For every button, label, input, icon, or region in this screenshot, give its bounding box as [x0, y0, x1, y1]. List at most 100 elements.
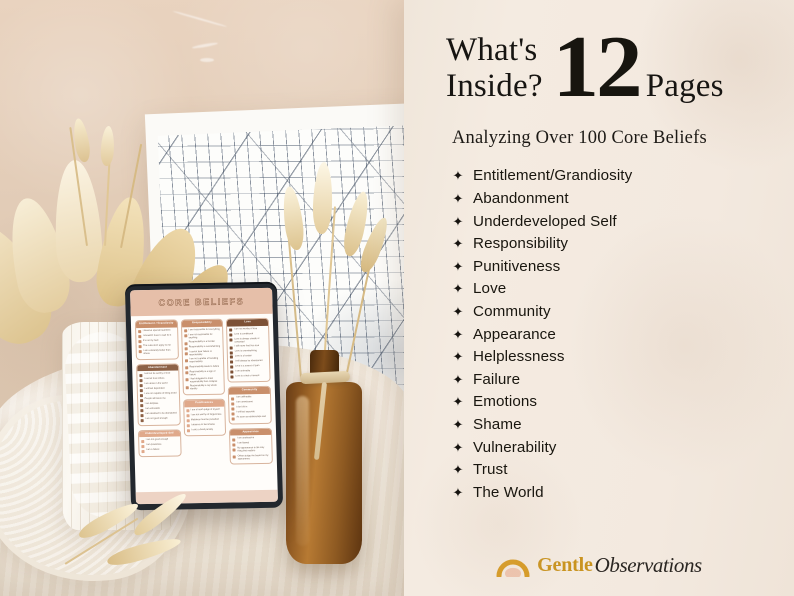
worksheet-checkbox-row[interactable]: I am a failure [141, 449, 178, 453]
checkbox-icon[interactable] [232, 438, 236, 442]
worksheet-checkbox-row[interactable]: I am not good enough [140, 418, 178, 422]
worksheet-checkbox-row[interactable]: I will never find true love [229, 345, 267, 350]
worksheet-checkbox-row[interactable]: I am not responsible for anything [183, 334, 221, 340]
worksheet-checkbox-row[interactable]: Love is a source of pain [230, 365, 268, 369]
checkbox-icon[interactable] [141, 444, 145, 448]
checkbox-icon[interactable] [141, 449, 145, 453]
checkbox-icon[interactable] [139, 383, 143, 387]
checkbox-icon[interactable] [138, 340, 142, 344]
checkbox-icon[interactable] [140, 418, 144, 422]
worksheet-checkbox-row[interactable]: Responsibility leads to failure [184, 365, 222, 370]
checkbox-icon[interactable] [231, 397, 235, 401]
checkbox-icon[interactable] [140, 398, 144, 402]
worksheet-checkbox-row[interactable]: I cannot trust others [139, 378, 176, 382]
checkbox-icon[interactable] [184, 351, 188, 355]
worksheet-checkbox-row[interactable]: I am not capable of handling responsibil… [184, 358, 222, 364]
checkbox-icon[interactable] [138, 335, 142, 339]
checkbox-icon[interactable] [138, 330, 142, 334]
worksheet-checkbox-row[interactable]: I am not worthy of forgiveness [186, 414, 223, 418]
checkbox-icon[interactable] [186, 409, 190, 413]
checkbox-icon[interactable] [183, 334, 188, 338]
worksheet-checkbox-row[interactable]: Love is always unsafe or unwanted [229, 338, 267, 344]
checkbox-icon[interactable] [141, 439, 145, 443]
worksheet-checkbox-row[interactable]: I am destined to be abandoned [140, 413, 177, 417]
checkbox-icon[interactable] [230, 355, 234, 360]
worksheet-checkbox-row[interactable]: Mistakes must be punished [186, 419, 223, 423]
checkbox-icon[interactable] [230, 375, 234, 379]
checkbox-icon[interactable] [186, 419, 190, 423]
checkbox-icon[interactable] [230, 350, 234, 355]
checkbox-icon[interactable] [229, 346, 234, 350]
worksheet-checkbox-row[interactable]: I am unlovable [230, 370, 268, 374]
worksheet-checkbox-row[interactable]: I shouldn't have to wait for it [138, 334, 175, 339]
worksheet-checkbox-row[interactable]: Others judge me based on my appearance [233, 455, 270, 461]
checkbox-icon[interactable] [184, 346, 188, 350]
checkbox-icon[interactable] [232, 443, 236, 447]
worksheet-checkbox-row[interactable]: Love is a trial or reward [230, 375, 268, 379]
worksheet-checkbox-row[interactable]: As soon as relationships end [231, 416, 269, 421]
checkbox-icon[interactable] [140, 413, 144, 417]
worksheet-checkbox-row[interactable]: I will feel separate [231, 411, 269, 416]
worksheet-checkbox-row[interactable]: I am unwelcome [231, 401, 269, 406]
worksheet-checkbox-row[interactable]: People will leave me [140, 398, 177, 402]
checkbox-icon[interactable] [186, 424, 190, 428]
checkbox-icon[interactable] [139, 373, 143, 377]
checkbox-icon[interactable] [186, 429, 190, 433]
checkbox-icon[interactable] [231, 417, 236, 421]
worksheet-checkbox-row[interactable]: I am not worthy of love [229, 328, 266, 332]
checkbox-icon[interactable] [185, 378, 189, 382]
worksheet-checkbox-row[interactable]: I will always be abandoned [230, 360, 267, 365]
checkbox-icon[interactable] [140, 403, 144, 407]
worksheet-checkbox-row[interactable]: I am responsible for everything [183, 329, 221, 333]
worksheet-checkbox-row[interactable]: I am a harsh judge of myself [186, 409, 223, 413]
checkbox-icon[interactable] [140, 408, 144, 412]
worksheet-checkbox-row[interactable]: Responsibility is my whole identity [185, 385, 222, 391]
checkbox-icon[interactable] [184, 359, 188, 363]
worksheet-checkbox-row[interactable]: I am unattractive [232, 437, 270, 442]
checkbox-icon[interactable] [229, 333, 233, 337]
worksheet-checkbox-row[interactable]: Responsibility is a burden [184, 341, 221, 345]
checkbox-icon[interactable] [139, 388, 143, 392]
checkbox-icon[interactable] [230, 370, 234, 374]
worksheet-checkbox-row[interactable]: I am unlovable [140, 408, 177, 412]
worksheet-checkbox-row[interactable]: My appearance is the only thing that mat… [232, 447, 270, 453]
checkbox-icon[interactable] [231, 402, 235, 406]
worksheet-checkbox-row[interactable]: I don't fit in [231, 406, 269, 411]
worksheet-checkbox-row[interactable]: I am helpless [140, 403, 177, 407]
checkbox-icon[interactable] [138, 350, 142, 354]
checkbox-icon[interactable] [229, 338, 233, 342]
checkbox-icon[interactable] [232, 448, 236, 452]
checkbox-icon[interactable] [139, 393, 143, 397]
worksheet-checkbox-row[interactable]: Responsibility is overwhelming [184, 346, 221, 350]
worksheet-checkbox-row[interactable]: I deserve to feel shame [186, 424, 223, 428]
worksheet-checkbox-row[interactable]: It's not my fault [138, 339, 175, 344]
worksheet-checkbox-row[interactable]: I am flawed [232, 442, 270, 447]
checkbox-icon[interactable] [184, 341, 188, 345]
worksheet-checkbox-row[interactable]: I am constantly better than others [138, 349, 176, 355]
worksheet-checkbox-row[interactable]: I deserve special treatment [138, 329, 175, 334]
worksheet-checkbox-row[interactable]: I am powerless [141, 444, 178, 448]
checkbox-icon[interactable] [231, 407, 235, 411]
checkbox-icon[interactable] [231, 412, 235, 416]
worksheet-checkbox-row[interactable]: I am not capable of being loved [139, 393, 177, 397]
tablet-device[interactable]: CORE BELIEFS Entitlement / Grandiosity I … [124, 281, 284, 511]
worksheet-checkbox-row[interactable]: Love is a burden [230, 355, 267, 360]
checkbox-icon[interactable] [139, 378, 143, 382]
checkbox-icon[interactable] [229, 328, 233, 332]
checkbox-icon[interactable] [233, 455, 237, 459]
checkbox-icon[interactable] [230, 365, 234, 369]
worksheet-checkbox-row[interactable]: I cannot bear failure or responsibility [184, 351, 221, 357]
worksheet-checkbox-row[interactable]: I carry a fixed penalty [186, 429, 224, 433]
worksheet-checkbox-row[interactable]: Love is conditional [229, 333, 267, 337]
worksheet-checkbox-row[interactable]: I am not good enough [141, 439, 178, 443]
worksheet-checkbox-row[interactable]: I will feel dependent [139, 388, 177, 392]
checkbox-icon[interactable] [183, 329, 187, 333]
worksheet-checkbox-row[interactable]: Love is overwhelming [230, 350, 267, 355]
worksheet-checkbox-row[interactable]: I am alone in the world [139, 383, 177, 387]
worksheet-checkbox-row[interactable]: I will not be worthy of love [139, 373, 176, 377]
worksheet-checkbox-row[interactable]: Responsibility is a sign of failure [184, 370, 222, 376]
worksheet-checkbox-row[interactable]: I feel obligated to meet responsibility … [185, 378, 222, 384]
checkbox-icon[interactable] [184, 371, 189, 375]
checkbox-icon[interactable] [184, 366, 188, 370]
worksheet-checkbox-row[interactable]: I am unlikeable [231, 396, 268, 401]
